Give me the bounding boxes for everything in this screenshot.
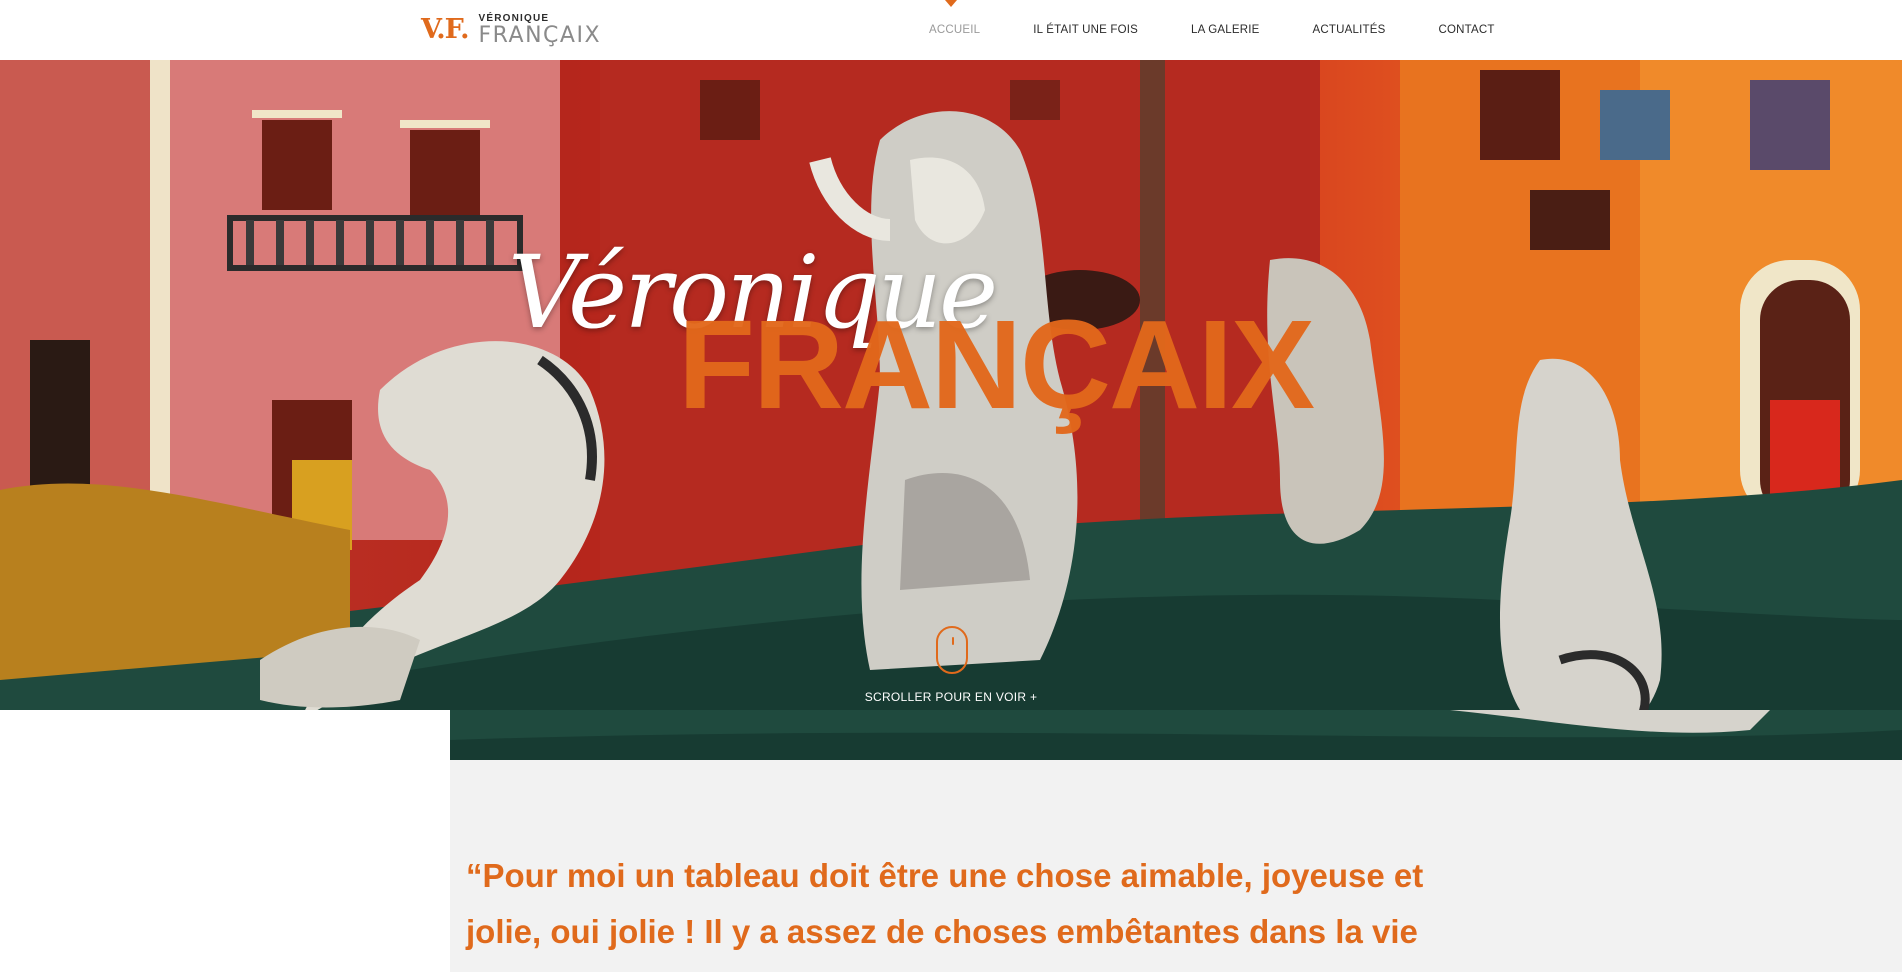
nav-item-accueil[interactable]: ACCUEIL — [929, 24, 980, 36]
scroll-wheel-icon — [952, 637, 954, 645]
artist-quote: “Pour moi un tableau doit être une chose… — [466, 857, 1424, 950]
logo-last-name: FRANÇAIX — [478, 22, 602, 48]
main-navigation: ACCUEIL IL ÉTAIT UNE FOIS LA GALERIE ACT… — [929, 0, 1495, 60]
logo-first-name: VÉRONIQUE — [478, 12, 550, 24]
nav-item-la-galerie[interactable]: LA GALERIE — [1191, 24, 1259, 36]
scroll-hint-label: SCROLLER POUR EN VOIR + — [864, 690, 1038, 704]
active-nav-indicator-icon — [945, 0, 957, 7]
nav-item-il-etait-une-fois[interactable]: IL ÉTAIT UNE FOIS — [1033, 24, 1138, 36]
scroll-mouse-icon[interactable] — [936, 626, 968, 674]
nav-item-actualites[interactable]: ACTUALITÉS — [1313, 24, 1386, 36]
hero-painting-extension — [450, 710, 1902, 760]
nav-item-contact[interactable]: CONTACT — [1438, 24, 1494, 36]
hero-banner: Véronique FRANÇAIX — [0, 60, 1902, 710]
site-logo[interactable]: V.F. VÉRONIQUE FRANÇAIX — [421, 12, 602, 48]
hero-title-last-name: FRANÇAIX — [678, 294, 1315, 435]
logo-wordmark: VÉRONIQUE FRANÇAIX — [478, 12, 602, 48]
hero-painting-extension-image — [450, 710, 1902, 760]
site-header: V.F. VÉRONIQUE FRANÇAIX ACCUEIL IL ÉTAIT… — [0, 0, 1902, 60]
logo-monogram: V.F. — [421, 14, 469, 45]
